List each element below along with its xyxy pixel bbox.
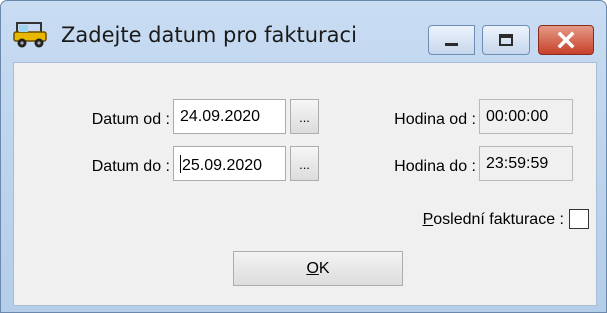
maximize-icon (499, 34, 513, 46)
dialog-client-area: Datum od : 24.09.2020 ... Datum do : 25.… (13, 62, 597, 306)
hodina-od-field: 00:00:00 (479, 99, 573, 134)
minimize-icon (445, 43, 458, 46)
title-bar[interactable]: Zadejte datum pro fakturaci (1, 1, 606, 61)
posledni-fakturace-checkbox[interactable] (569, 209, 589, 229)
datum-do-input[interactable]: 25.09.2020 (173, 146, 286, 181)
text-caret (180, 155, 181, 173)
posledni-fakturace-label: Poslední fakturace : (422, 211, 564, 228)
close-icon (557, 31, 575, 49)
hodina-od-label: Hodina od : (394, 111, 476, 128)
close-button[interactable] (538, 25, 594, 55)
window-title: Zadejte datum pro fakturaci (61, 23, 357, 47)
maximize-button[interactable] (482, 25, 530, 55)
datum-od-input[interactable]: 24.09.2020 (173, 99, 286, 134)
datum-od-label: Datum od : (91, 111, 170, 128)
ok-button[interactable]: OK (233, 251, 403, 286)
minimize-button[interactable] (428, 25, 475, 55)
datum-do-label: Datum do : (91, 158, 170, 175)
hodina-do-field: 23:59:59 (479, 146, 573, 181)
dialog-window: Zadejte datum pro fakturaci Datum od : 2… (0, 0, 607, 313)
datum-do-picker-button[interactable]: ... (290, 146, 319, 181)
jeep-car-icon (13, 22, 47, 48)
hodina-do-label: Hodina do : (394, 158, 476, 175)
datum-od-picker-button[interactable]: ... (290, 99, 319, 134)
